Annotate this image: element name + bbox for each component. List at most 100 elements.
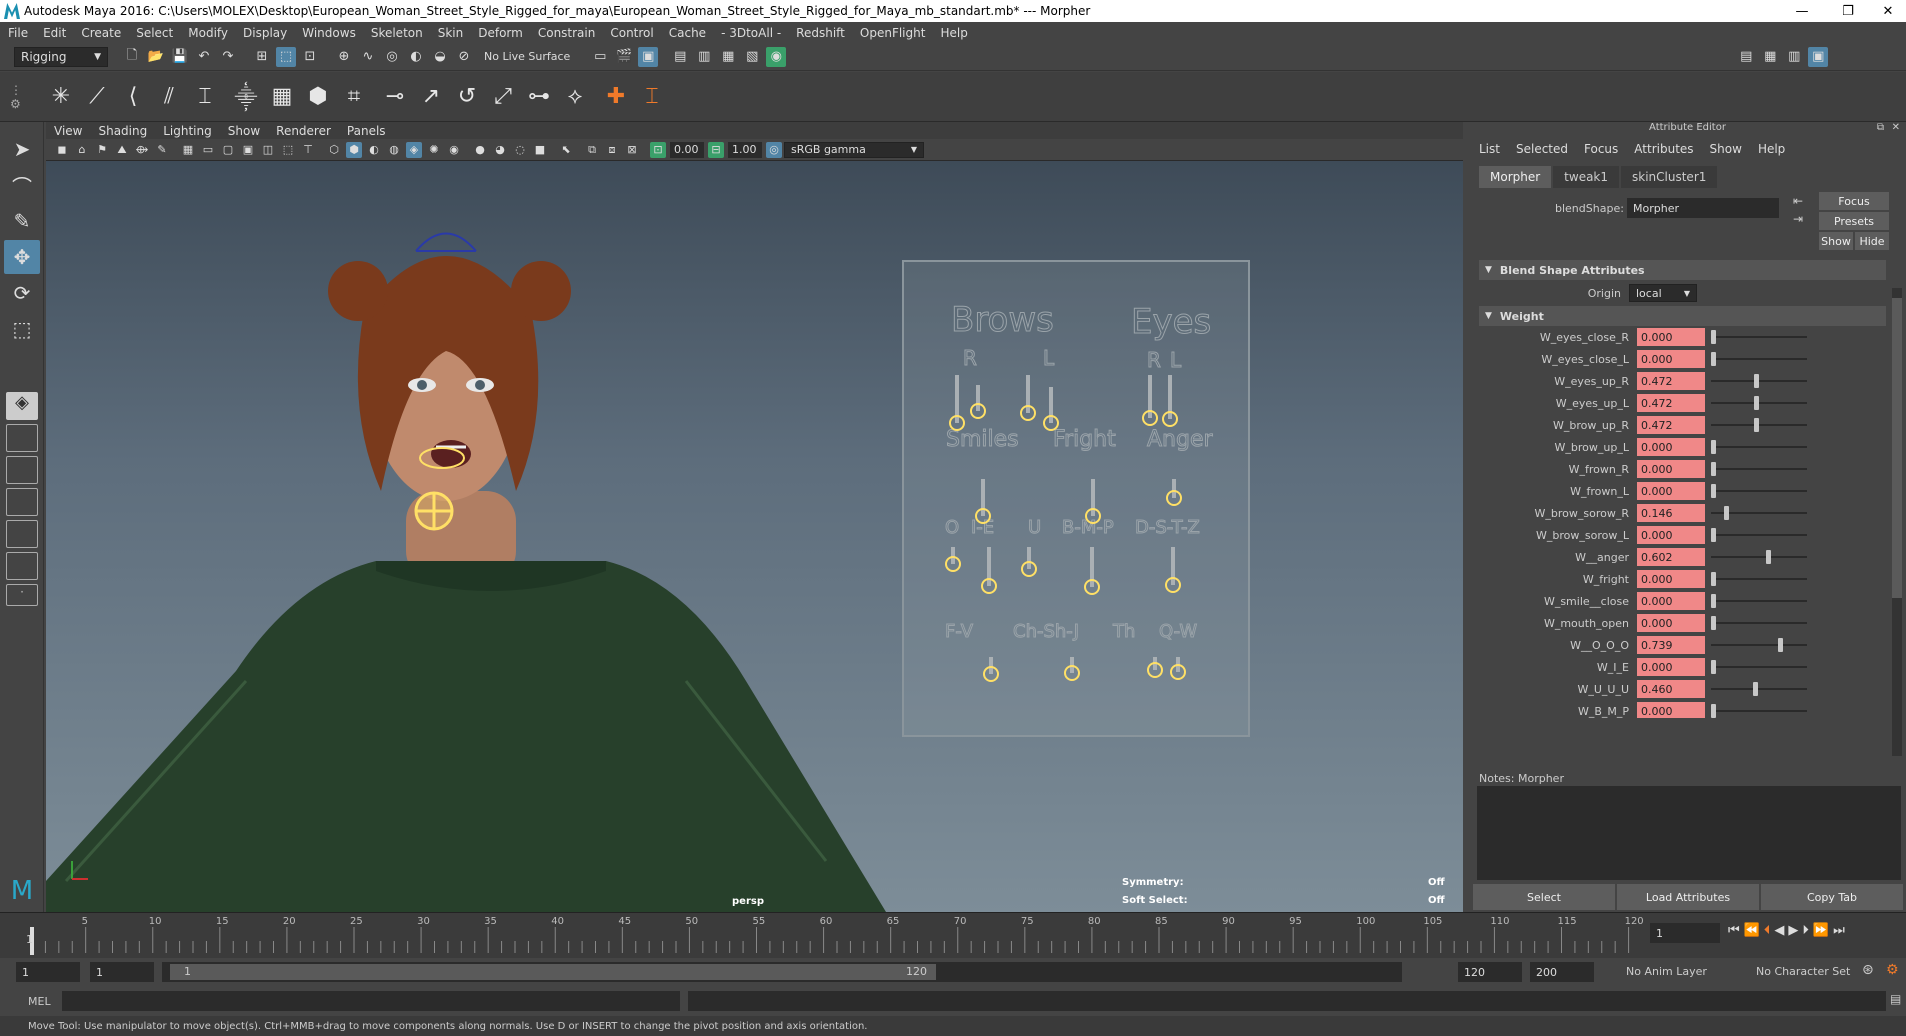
viewport-menu-view[interactable]: View: [54, 124, 82, 138]
go-to-end-icon[interactable]: ⏭: [1833, 923, 1845, 938]
character-set-dropdown[interactable]: No Character Set: [1756, 965, 1850, 978]
slider-knob[interactable]: [1711, 440, 1716, 454]
slider-knob[interactable]: [1711, 462, 1716, 476]
menu-cache[interactable]: Cache: [669, 26, 706, 40]
xray-joints-icon[interactable]: ⧉: [584, 142, 600, 158]
weight-slider[interactable]: [1711, 328, 1807, 346]
scene-start-field[interactable]: 1: [16, 962, 80, 982]
weight-value-field[interactable]: 0.146: [1637, 504, 1705, 522]
menu-help[interactable]: Help: [940, 26, 967, 40]
snap-grid-icon[interactable]: ⊕: [334, 47, 354, 67]
weight-value-field[interactable]: 0.000: [1637, 328, 1705, 346]
slider-knob[interactable]: [1711, 704, 1716, 718]
camera-gate-icon[interactable]: ⊠: [624, 142, 640, 158]
exposure-field[interactable]: 0.00: [670, 141, 704, 158]
weight-slider[interactable]: [1711, 658, 1807, 676]
time-slider[interactable]: 5 10 15 20 25 30 35 40 45 50 55 60 65 70 75 80 85 90 95 100…: [0, 912, 1906, 958]
move-tool-icon[interactable]: ✥: [4, 240, 40, 274]
open-scene-icon[interactable]: 📂: [146, 47, 166, 67]
range-bar[interactable]: 1 120: [162, 962, 1402, 982]
weight-slider[interactable]: [1711, 592, 1807, 610]
weight-value-field[interactable]: 0.460: [1637, 680, 1705, 698]
insert-joint-icon[interactable]: ⫽: [152, 80, 186, 114]
image-plane-icon[interactable]: ⛰: [114, 142, 130, 158]
xray-icon[interactable]: ◈: [406, 141, 422, 158]
hypershade-icon[interactable]: ▤: [670, 47, 690, 67]
color-space-dropdown[interactable]: sRGB gamma ▼: [784, 141, 924, 158]
slider-knob[interactable]: [1753, 396, 1759, 410]
slider-knob[interactable]: [1724, 506, 1730, 520]
default-material-icon[interactable]: ◐: [366, 142, 382, 158]
persp-outliner-layout-icon[interactable]: [6, 456, 38, 484]
weight-slider[interactable]: [1711, 482, 1807, 500]
lasso-tool-icon[interactable]: ⌒: [4, 168, 40, 202]
menu-file[interactable]: File: [8, 26, 28, 40]
wire-icon[interactable]: ⌗: [337, 80, 371, 114]
weight-value-field[interactable]: 0.472: [1637, 394, 1705, 412]
menu-3dtoall[interactable]: - 3DtoAll -: [721, 26, 781, 40]
paint-select-tool-icon[interactable]: ✎: [4, 204, 40, 238]
slider-knob[interactable]: [1711, 616, 1716, 630]
menu-create[interactable]: Create: [81, 26, 121, 40]
weight-value-field[interactable]: 0.000: [1637, 482, 1705, 500]
weight-slider[interactable]: [1711, 460, 1807, 478]
blend-shape-attributes-section[interactable]: ▼ Blend Shape Attributes: [1479, 260, 1886, 280]
undo-icon[interactable]: ↶: [194, 47, 214, 67]
play-backward-icon[interactable]: ◀: [1774, 923, 1784, 938]
notes-field[interactable]: [1477, 786, 1901, 880]
slider-knob[interactable]: [1711, 484, 1716, 498]
ae-menu-selected[interactable]: Selected: [1516, 142, 1568, 156]
ambient-occlusion-icon[interactable]: ◕: [492, 142, 508, 158]
layout-icon[interactable]: ▤: [1736, 47, 1756, 67]
weight-value-field[interactable]: 0.000: [1637, 592, 1705, 610]
load-attributes-button[interactable]: Load Attributes: [1617, 884, 1759, 910]
ae-menu-show[interactable]: Show: [1710, 142, 1742, 156]
snap-curve-icon[interactable]: ∿: [358, 47, 378, 67]
snap-live-icon[interactable]: ⊘: [454, 47, 474, 67]
gamma-icon[interactable]: ⊟: [708, 141, 724, 158]
current-frame-field[interactable]: 1: [1650, 923, 1720, 943]
weight-value-field[interactable]: 0.472: [1637, 372, 1705, 390]
weight-slider[interactable]: [1711, 416, 1807, 434]
weight-value-field[interactable]: 0.000: [1637, 526, 1705, 544]
safe-title-icon[interactable]: ⊤: [300, 142, 316, 158]
select-tool-icon[interactable]: ➤: [4, 132, 40, 166]
anim-layer-dropdown[interactable]: No Anim Layer: [1626, 965, 1707, 978]
grease-pencil-icon[interactable]: ✎: [154, 142, 170, 158]
slider-knob[interactable]: [1711, 572, 1716, 586]
camera-attributes-icon[interactable]: ⌂: [74, 142, 90, 158]
ik-handle-icon[interactable]: ⟋: [80, 80, 114, 114]
slider-knob[interactable]: [1765, 550, 1771, 564]
weight-value-field[interactable]: 0.000: [1637, 702, 1705, 718]
motion-blur-icon[interactable]: ◌: [512, 142, 528, 158]
select-hierarchy-icon[interactable]: ⊞: [252, 47, 272, 67]
slider-knob[interactable]: [1778, 638, 1784, 652]
weight-slider[interactable]: [1711, 394, 1807, 412]
wrap-icon[interactable]: ⬢: [301, 80, 335, 114]
menu-select[interactable]: Select: [136, 26, 173, 40]
menu-skin[interactable]: Skin: [438, 26, 464, 40]
weight-slider[interactable]: [1711, 504, 1807, 522]
single-perspective-layout-icon[interactable]: ◈: [6, 392, 38, 420]
close-icon[interactable]: ✕: [1892, 122, 1900, 133]
select-component-icon[interactable]: ⊡: [300, 47, 320, 67]
playback-start-field[interactable]: 1: [90, 962, 154, 982]
viewport-menu-show[interactable]: Show: [228, 124, 260, 138]
viewport-menu-panels[interactable]: Panels: [347, 124, 386, 138]
time-slider-ruler[interactable]: 5 10 15 20 25 30 35 40 45 50 55 60 65 70 75 80 85 90 95 100…: [28, 913, 1668, 959]
command-input[interactable]: [62, 991, 680, 1011]
weight-slider[interactable]: [1711, 548, 1807, 566]
tab-morpher[interactable]: Morpher: [1479, 166, 1552, 188]
shadows-icon[interactable]: ●: [472, 142, 488, 158]
float-panel-icon[interactable]: ⧉: [1877, 122, 1884, 133]
smooth-shade-icon[interactable]: ⬢: [346, 141, 362, 158]
joint-tool-icon[interactable]: ✳: [44, 80, 78, 114]
viewport-menu-renderer[interactable]: Renderer: [276, 124, 331, 138]
menu-skeleton[interactable]: Skeleton: [371, 26, 423, 40]
menu-openflight[interactable]: OpenFlight: [860, 26, 926, 40]
slider-knob[interactable]: [1753, 418, 1759, 432]
weight-value-field[interactable]: 0.739: [1637, 636, 1705, 654]
weight-value-field[interactable]: 0.000: [1637, 614, 1705, 632]
layout-more-icon[interactable]: ·: [6, 584, 38, 606]
weight-slider[interactable]: [1711, 350, 1807, 368]
